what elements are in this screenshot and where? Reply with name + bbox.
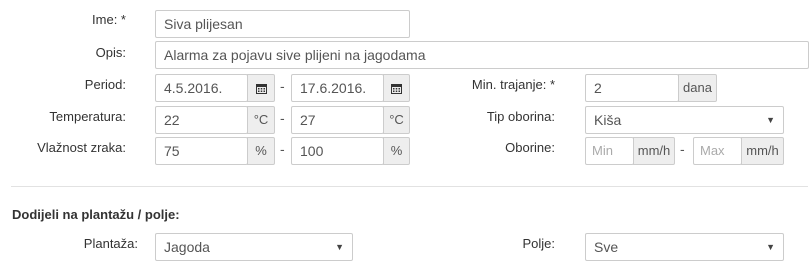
calendar-icon bbox=[255, 84, 267, 94]
min-duration-label: Min. trajanje: * bbox=[471, 77, 555, 92]
period-separator: - bbox=[280, 78, 285, 94]
field-value: Sve bbox=[594, 239, 619, 255]
period-from-calendar-button[interactable] bbox=[247, 74, 275, 102]
temperature-from-unit: °C bbox=[247, 106, 275, 134]
temperature-separator: - bbox=[280, 110, 285, 126]
field-label: Polje: bbox=[522, 236, 555, 251]
plantation-label: Plantaža: bbox=[83, 236, 138, 251]
description-input[interactable]: Alarma za pojavu sive plijeni na jagodam… bbox=[155, 41, 809, 69]
period-to-input[interactable]: 17.6.2016. bbox=[291, 74, 384, 102]
humidity-to-unit: % bbox=[383, 137, 410, 165]
humidity-to-input[interactable]: 100 bbox=[291, 137, 384, 165]
temperature-from-input[interactable]: 22 bbox=[155, 106, 248, 134]
description-label: Opis: bbox=[95, 45, 126, 60]
precipitation-min-unit: mm/h bbox=[633, 137, 675, 165]
plantation-select[interactable]: Jagoda ▼ bbox=[155, 233, 353, 261]
temperature-label: Temperatura: bbox=[49, 109, 126, 124]
name-input[interactable]: Siva plijesan bbox=[155, 10, 410, 38]
precipitation-label: Oborine: bbox=[505, 140, 555, 155]
plantation-value: Jagoda bbox=[164, 239, 210, 255]
precipitation-type-label: Tip oborina: bbox=[486, 109, 555, 124]
humidity-from-unit: % bbox=[247, 137, 275, 165]
humidity-separator: - bbox=[280, 141, 285, 157]
precipitation-type-select[interactable]: Kiša ▼ bbox=[585, 106, 784, 134]
precipitation-min-input[interactable]: Min bbox=[585, 137, 634, 165]
assign-section-heading: Dodijeli na plantažu / polje: bbox=[12, 207, 180, 222]
period-from-input[interactable]: 4.5.2016. bbox=[155, 74, 248, 102]
precipitation-max-unit: mm/h bbox=[741, 137, 784, 165]
precipitation-max-input[interactable]: Max bbox=[693, 137, 742, 165]
period-to-calendar-button[interactable] bbox=[383, 74, 410, 102]
field-select[interactable]: Sve ▼ bbox=[585, 233, 784, 261]
caret-down-icon: ▼ bbox=[766, 115, 775, 125]
temperature-to-unit: °C bbox=[383, 106, 410, 134]
precipitation-type-value: Kiša bbox=[594, 112, 622, 128]
period-label: Period: bbox=[84, 77, 126, 92]
caret-down-icon: ▼ bbox=[766, 242, 775, 252]
name-label: Ime: * bbox=[92, 12, 126, 27]
caret-down-icon: ▼ bbox=[335, 242, 344, 252]
min-duration-input[interactable]: 2 bbox=[585, 74, 679, 102]
humidity-label: Vlažnost zraka: bbox=[37, 140, 126, 155]
precipitation-separator: - bbox=[680, 141, 685, 157]
min-duration-unit: dana bbox=[678, 74, 717, 102]
section-divider bbox=[11, 186, 808, 187]
humidity-from-input[interactable]: 75 bbox=[155, 137, 248, 165]
temperature-to-input[interactable]: 27 bbox=[291, 106, 384, 134]
calendar-icon bbox=[391, 84, 402, 94]
